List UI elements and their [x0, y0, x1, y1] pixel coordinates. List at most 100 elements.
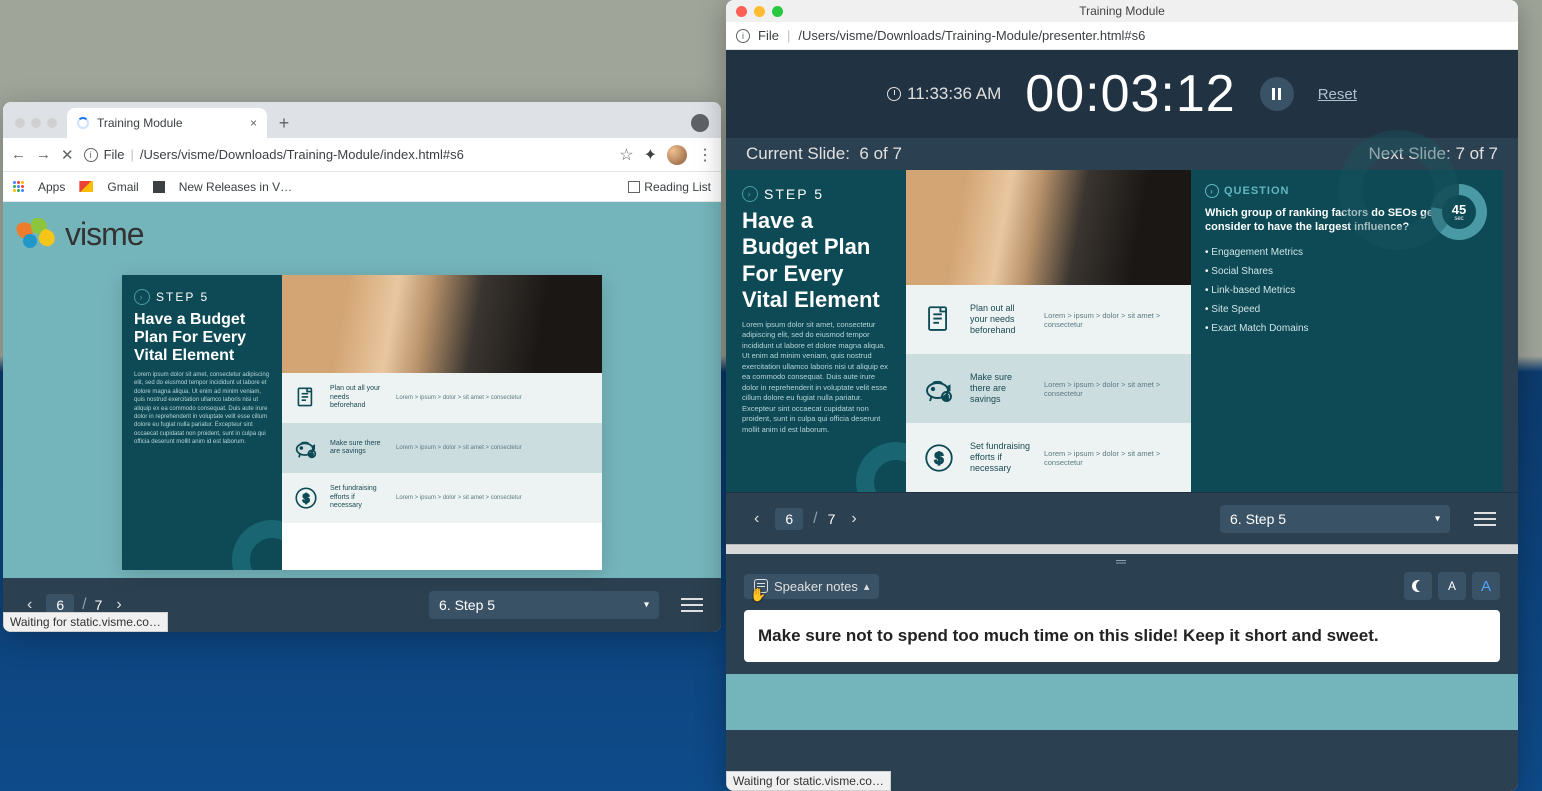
close-tab-icon[interactable]: × — [250, 116, 257, 130]
elapsed-timer: 00:03:12 — [1025, 64, 1235, 124]
window-traffic-lights — [15, 118, 57, 128]
tab-strip: Training Module × + — [3, 102, 721, 138]
bookmark-new-releases[interactable]: New Releases in V… — [179, 180, 292, 194]
svg-text:$: $ — [311, 452, 314, 457]
dollar-coin-icon: $ — [920, 439, 958, 477]
bookmark-star-icon[interactable]: ☆ — [619, 145, 633, 165]
chevron-down-icon: ▾ — [644, 600, 649, 611]
piggy-bank-icon: $ — [920, 370, 958, 408]
stop-button[interactable]: ✕ — [61, 146, 74, 164]
tab-title: Training Module — [97, 116, 183, 130]
address-bar: ← → ✕ i File | /Users/visme/Downloads/Tr… — [3, 138, 721, 172]
clock-icon — [887, 87, 901, 101]
presenter-slide-nav: ‹ 6 / 7 › 6. Step 5 ▾ — [726, 492, 1518, 544]
reading-list-icon — [628, 181, 640, 193]
font-size-small-button[interactable]: A — [1438, 572, 1466, 600]
presenter-address-bar: i File | /Users/visme/Downloads/Training… — [726, 22, 1518, 50]
traffic-dot — [31, 118, 41, 128]
kebab-menu-icon[interactable]: ⋮ — [697, 145, 713, 165]
decorative-ring-icon — [1338, 130, 1458, 250]
traffic-dot — [15, 118, 25, 128]
presenter-url-path: /Users/visme/Downloads/Training-Module/p… — [798, 28, 1145, 43]
total-slides: 7 — [95, 597, 103, 613]
slide-photo — [282, 275, 602, 373]
reading-list-button[interactable]: Reading List — [628, 180, 711, 194]
piggy-bank-icon: $ — [292, 434, 320, 462]
presentation-viewer: visme ›STEP 5 Have a Budget Plan For Eve… — [3, 202, 721, 632]
document-icon — [920, 301, 958, 339]
browser-tab[interactable]: Training Module × — [67, 108, 267, 138]
bookmark-gmail[interactable]: Gmail — [107, 180, 138, 194]
speaker-notes-toggle[interactable]: Speaker notes ▴ ✋ — [744, 574, 879, 599]
decorative-ring-icon — [856, 442, 906, 492]
menu-button[interactable] — [1474, 512, 1496, 526]
speaker-notes-section: ═ Speaker notes ▴ ✋ A A Make sure not to… — [726, 554, 1518, 674]
slide-select-dropdown[interactable]: 6. Step 5 ▾ — [429, 591, 659, 619]
font-size-large-button[interactable]: A — [1472, 572, 1500, 600]
minimize-window-button[interactable] — [754, 6, 765, 17]
step-arrow-icon: › — [742, 186, 758, 202]
visme-logo-text: visme — [65, 216, 144, 253]
back-button[interactable]: ← — [11, 146, 26, 163]
reset-timer-button[interactable]: Reset — [1318, 86, 1357, 103]
browser-window: Training Module × + ← → ✕ i File | /User… — [3, 102, 721, 632]
apps-grid-icon[interactable] — [13, 181, 24, 192]
gmail-icon — [79, 181, 93, 192]
site-info-icon[interactable]: i — [736, 29, 750, 43]
extensions-icon[interactable]: ✦ — [644, 145, 657, 165]
url-path: /Users/visme/Downloads/Training-Module/i… — [140, 147, 464, 162]
bookmark-apps[interactable]: Apps — [38, 180, 65, 194]
url-scheme: File — [104, 147, 125, 162]
profile-badge-icon[interactable] — [691, 114, 709, 132]
new-tab-button[interactable]: + — [271, 110, 297, 136]
question-options: Engagement Metrics Social Shares Link-ba… — [1205, 243, 1489, 338]
bookmarks-bar: Apps Gmail New Releases in V… Reading Li… — [3, 172, 721, 202]
traffic-dot — [47, 118, 57, 128]
notes-font-tools: A A — [1404, 572, 1500, 600]
slide-select-dropdown[interactable]: 6. Step 5 ▾ — [1220, 505, 1450, 533]
current-slide-preview: ›STEP 5 Have a Budget Plan For Every Vit… — [726, 170, 1191, 492]
svg-text:$: $ — [935, 450, 944, 467]
slide-body: Lorem ipsum dolor sit amet, consectetur … — [134, 371, 270, 447]
presenter-view: 11:33:36 AM 00:03:12 Reset Current Slide… — [726, 50, 1518, 791]
slide-right-panel: Plan out all your needs beforehand Lorem… — [282, 275, 602, 570]
slide-area: ›STEP 5 Have a Budget Plan For Every Vit… — [3, 267, 721, 578]
status-bar: Waiting for static.visme.co… — [3, 612, 168, 632]
pause-timer-button[interactable] — [1260, 77, 1294, 111]
prev-slide-button[interactable]: ‹ — [748, 506, 765, 532]
drag-handle-icon[interactable]: ═ — [726, 554, 1518, 568]
window-titlebar: Training Module — [726, 0, 1518, 22]
forward-button[interactable]: → — [36, 146, 51, 163]
menu-button[interactable] — [681, 598, 703, 612]
chevron-up-icon: ▴ — [864, 580, 870, 593]
slides-preview-row: ›STEP 5 Have a Budget Plan For Every Vit… — [726, 170, 1518, 492]
step-arrow-icon: › — [134, 289, 150, 305]
next-slide-button[interactable]: › — [845, 506, 862, 532]
site-info-icon[interactable]: i — [84, 148, 98, 162]
visme-logo-mark-icon — [17, 218, 57, 252]
presenter-window: Training Module i File | /Users/visme/Do… — [726, 0, 1518, 791]
slide-row: Plan out all your needs beforehand Lorem… — [282, 373, 602, 423]
current-slide-number[interactable]: 6 — [775, 508, 803, 530]
timer-bar: 11:33:36 AM 00:03:12 Reset — [726, 50, 1518, 138]
decorative-ring-icon — [232, 520, 282, 570]
visme-logo: visme — [3, 202, 721, 267]
theme-toggle-button[interactable] — [1404, 572, 1432, 600]
speaker-notes-header: Speaker notes ▴ ✋ A A — [726, 568, 1518, 604]
slide-row: $ Set fundraising efforts if necessary L… — [282, 473, 602, 523]
dollar-coin-icon: $ — [292, 484, 320, 512]
window-traffic-lights — [736, 6, 783, 17]
chevron-down-icon: ▾ — [1435, 513, 1440, 524]
footer-strip — [726, 674, 1518, 730]
url-field[interactable]: i File | /Users/visme/Downloads/Training… — [84, 147, 610, 162]
loading-spinner-icon — [77, 117, 89, 129]
slide-photo — [906, 170, 1191, 285]
speaker-note-text: Make sure not to spend too much time on … — [744, 610, 1500, 662]
slide-row: $ Make sure there are savings Lorem > ip… — [282, 423, 602, 473]
zoom-window-button[interactable] — [772, 6, 783, 17]
slide-left-panel: ›STEP 5 Have a Budget Plan For Every Vit… — [122, 275, 282, 570]
document-icon — [292, 384, 320, 412]
profile-avatar[interactable] — [667, 145, 687, 165]
status-bar: Waiting for static.visme.co… — [726, 771, 891, 791]
close-window-button[interactable] — [736, 6, 747, 17]
